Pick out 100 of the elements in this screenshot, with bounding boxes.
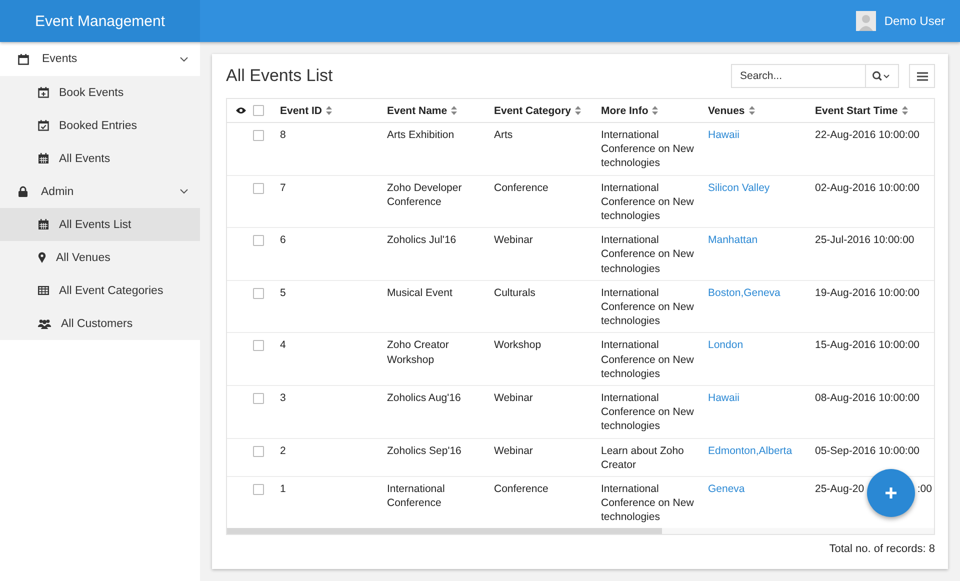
table-cell: International Conference on New technologies: [601, 392, 694, 432]
table-cell: Zoho Developer Conference: [387, 182, 462, 208]
menu-button[interactable]: [909, 64, 935, 88]
page-title: All Events List: [226, 66, 333, 86]
select-all-checkbox[interactable]: [253, 105, 264, 116]
search-icon: [872, 71, 892, 81]
column-header[interactable]: More Info: [597, 104, 704, 116]
sort-icon: [902, 106, 908, 115]
row-checkbox[interactable]: [253, 340, 264, 352]
table-cell: Zoho Creator Workshop: [387, 339, 449, 366]
table-cell: Workshop: [494, 339, 542, 352]
calendar-check-icon: [38, 120, 49, 131]
table-cell: 1: [280, 483, 286, 496]
table-cell: International Conference on New technologies: [601, 234, 694, 275]
table-cell: International Conference on New technologies: [601, 483, 694, 524]
row-checkbox[interactable]: [253, 288, 264, 299]
table-cell: International Conference on New technologies: [601, 182, 694, 222]
calendar-icon: [18, 54, 29, 64]
table-cell: 15-Aug-2016 10:00:00: [815, 339, 920, 352]
table-cell: International Conference on New technologies: [601, 286, 694, 328]
venue-link[interactable]: Hawaii: [708, 392, 740, 404]
sort-icon: [748, 106, 755, 115]
table-cell: Webinar: [494, 392, 533, 404]
table-cell: 6: [280, 234, 286, 246]
calendar-icon: [38, 219, 49, 230]
avatar-icon: [856, 11, 876, 31]
column-header[interactable]: Event Start Time: [811, 104, 934, 116]
plus-icon: [885, 487, 897, 499]
table-cell: 19-Aug-2016 10:00:00: [815, 286, 920, 299]
row-checkbox[interactable]: [253, 130, 264, 141]
column-header[interactable]: Event Category: [490, 104, 597, 116]
table-cell: 2: [280, 444, 286, 457]
table-cell: International Conference on New technologies: [601, 129, 694, 170]
venue-link[interactable]: Edmonton,Alberta: [708, 444, 792, 457]
table-cell: 3: [280, 392, 286, 404]
sidebar-item[interactable]: All Events: [0, 142, 200, 175]
column-header[interactable]: Event Name: [383, 104, 490, 116]
sort-icon: [652, 106, 658, 115]
row-checkbox[interactable]: [253, 446, 264, 457]
row-checkbox[interactable]: [253, 393, 264, 404]
table-cell: 02-Aug-2016 10:00:00: [815, 182, 920, 194]
venue-link[interactable]: London: [708, 339, 744, 352]
calendar-plus-icon: [38, 87, 49, 98]
search-field[interactable]: Search...: [731, 64, 865, 88]
table-cell: 25-Jul-2016 10:00:00: [815, 234, 914, 246]
column-header[interactable]: Event ID: [276, 104, 383, 116]
table-cell: 7: [280, 182, 286, 194]
lock-icon: [18, 186, 28, 197]
row-checkbox[interactable]: [253, 235, 264, 246]
table-cell: Zoholics Sep'16: [387, 444, 462, 457]
table-cell: Arts: [494, 129, 513, 141]
table-cell: International Conference: [387, 483, 445, 510]
table-cell: Arts Exhibition: [387, 129, 454, 141]
table-cell: 05-Sep-2016 10:00:00: [815, 444, 920, 457]
app-title: Event Management: [34, 12, 166, 30]
venue-link[interactable]: Manhattan: [708, 234, 758, 246]
venue-link[interactable]: Hawaii: [708, 129, 740, 141]
horizontal-scrollbar[interactable]: [227, 528, 934, 534]
table-cell: Musical Event: [387, 286, 452, 299]
calendar-icon: [38, 153, 49, 164]
sidebar-section[interactable]: Admin: [0, 175, 200, 208]
table-cell: Culturals: [494, 286, 536, 299]
table-cell: Conference: [494, 182, 548, 194]
add-button[interactable]: [867, 469, 915, 517]
eye-icon: [236, 107, 246, 114]
sidebar-item[interactable]: All Event Categories: [0, 274, 200, 307]
sort-icon: [326, 106, 332, 115]
menu-icon: [916, 72, 928, 80]
column-header[interactable]: Venues: [704, 104, 811, 116]
venue-link[interactable]: Boston,Geneva: [708, 286, 780, 299]
table-cell: 25-Aug-20: [815, 482, 864, 496]
sidebar-item[interactable]: All Customers: [0, 307, 200, 340]
table-cell: Learn about Zoho Creator: [601, 444, 684, 471]
table-cell: 08-Aug-2016 10:00:00: [815, 392, 920, 404]
table-cell: 4: [280, 339, 286, 352]
table-cell: 22-Aug-2016 10:00:00: [815, 129, 920, 141]
sort-icon: [451, 106, 458, 115]
sort-icon: [575, 106, 582, 115]
row-checkbox[interactable]: [253, 484, 264, 496]
table-cell: 5: [280, 286, 286, 299]
table-cell: :00: [917, 482, 932, 496]
record-count: Total no. of records: 8: [829, 543, 935, 555]
table-cell: Webinar: [494, 234, 533, 246]
row-checkbox[interactable]: [253, 182, 264, 194]
sidebar-item[interactable]: Book Events: [0, 76, 200, 109]
location-pin-icon: [38, 252, 46, 263]
table-cell: Zoholics Jul'16: [387, 234, 456, 246]
sidebar-item[interactable]: Booked Entries: [0, 109, 200, 142]
people-icon: [38, 318, 51, 328]
table-cell: Conference: [494, 483, 548, 496]
table-cell: 8: [280, 129, 286, 141]
table-cell: International Conference on New technologies: [601, 339, 694, 380]
search-button[interactable]: [865, 64, 899, 88]
venue-link[interactable]: Silicon Valley: [708, 182, 770, 194]
sidebar-item[interactable]: All Venues: [0, 241, 200, 274]
table-cell: Webinar: [494, 444, 533, 457]
sidebar-item[interactable]: All Events List: [0, 208, 200, 241]
table-icon: [38, 286, 49, 295]
table-cell: Zoholics Aug'16: [387, 392, 461, 404]
venue-link[interactable]: Geneva: [708, 483, 745, 496]
